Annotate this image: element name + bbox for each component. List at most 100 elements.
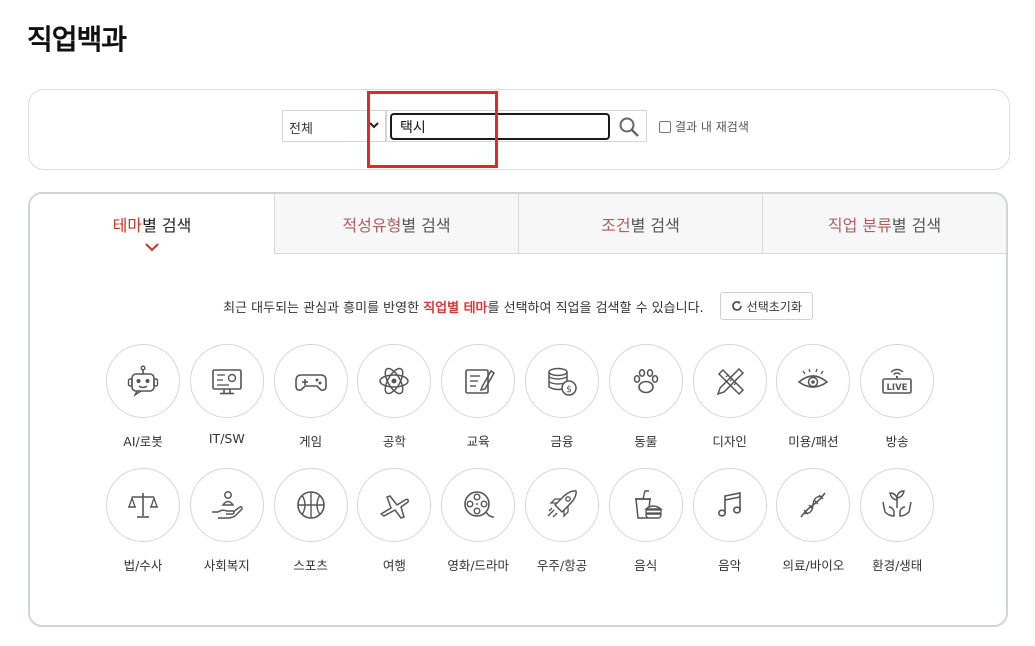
theme-item[interactable]: 환경/생태: [860, 468, 935, 574]
dna-icon: [800, 492, 827, 518]
theme-icon-circle[interactable]: [357, 344, 432, 418]
robot-icon: [127, 365, 159, 398]
theme-label: 법/수사: [123, 558, 163, 573]
search-tabs: 테마별 검색 적성유형별 검색 조건별 검색 직업 분류별 검색: [30, 194, 1006, 254]
tab-theme-label: 별 검색: [142, 216, 192, 235]
theme-label: 금융: [550, 434, 574, 449]
paw-icon: [633, 369, 659, 394]
theme-icon-circle[interactable]: [776, 344, 851, 418]
theme-label: IT/SW: [208, 431, 245, 446]
tab-theme-highlight: 테마: [112, 216, 143, 235]
theme-icon-circle[interactable]: [441, 344, 516, 418]
theme-item[interactable]: 여행: [357, 468, 432, 574]
theme-description: 최근 대두되는 관심과 흥미를 반영한 직업별 테마를 선택하여 직업을 검색할…: [30, 292, 1006, 320]
theme-icon-circle[interactable]: [106, 344, 180, 418]
theme-item[interactable]: 교육: [441, 344, 516, 450]
theme-item[interactable]: 음식: [608, 468, 683, 574]
theme-item[interactable]: 법/수사: [106, 468, 180, 574]
theme-icon-circle[interactable]: LIVE: [860, 344, 935, 418]
scales-icon: [128, 493, 158, 518]
music-note-icon: [717, 492, 741, 517]
theme-label: 스포츠: [293, 558, 328, 573]
theme-label: 디자인: [712, 434, 747, 449]
theme-item[interactable]: 우주/항공: [525, 468, 599, 574]
theme-label: 우주/항공: [536, 558, 588, 573]
theme-label: 환경/생태: [872, 558, 923, 573]
monitor-icon: [211, 369, 242, 395]
refresh-icon: [731, 301, 742, 311]
coins-icon: $: [548, 367, 577, 396]
search-scope-select[interactable]: 전체: [282, 110, 386, 142]
theme-panel: 테마별 검색 적성유형별 검색 조건별 검색 직업 분류별 검색 최근 대두되는…: [28, 192, 1008, 627]
svg-text:$: $: [566, 385, 572, 395]
theme-icon-circle[interactable]: [776, 468, 851, 542]
recheck-option[interactable]: 결과 내 재검색: [659, 118, 749, 135]
theme-icon-circle[interactable]: [860, 468, 935, 542]
theme-icon-circle[interactable]: [357, 468, 432, 542]
tab-aptitude-highlight: 적성유형: [342, 215, 402, 235]
recheck-label: 결과 내 재검색: [675, 120, 749, 134]
pencil-ruler-icon: [716, 367, 744, 396]
food-icon: [634, 490, 663, 519]
theme-item[interactable]: $ 금융: [525, 344, 599, 450]
tab-classification[interactable]: 직업 분류별 검색: [762, 194, 1006, 254]
theme-icon-circle[interactable]: [608, 344, 683, 418]
gamepad-icon: [294, 374, 327, 391]
theme-item[interactable]: 의료/바이오: [776, 468, 851, 574]
theme-label: 교육: [466, 434, 490, 449]
chevron-down-icon: [145, 243, 159, 252]
theme-item[interactable]: 미용/패션: [776, 344, 851, 450]
hand-person-icon: [211, 491, 243, 519]
search-field-wrap: [386, 110, 647, 142]
theme-icon-circle[interactable]: [692, 344, 767, 418]
theme-item[interactable]: 사회복지: [189, 468, 264, 574]
theme-label: 동물: [634, 434, 658, 449]
theme-label: 음악: [718, 558, 742, 573]
tab-aptitude[interactable]: 적성유형별 검색: [274, 194, 518, 254]
chevron-down-icon: [369, 122, 379, 129]
theme-icon-circle[interactable]: [525, 468, 599, 542]
tab-classification-highlight: 직업 분류: [827, 215, 892, 235]
theme-icon-circle[interactable]: [273, 344, 348, 418]
theme-label: 영화/드라마: [447, 558, 510, 573]
search-box: 전체 결과 내 재검색: [28, 89, 1010, 170]
theme-icon-circle[interactable]: [273, 468, 348, 542]
theme-item[interactable]: 음악: [692, 468, 767, 574]
theme-icon-circle[interactable]: [692, 468, 767, 542]
theme-item[interactable]: 스포츠: [273, 468, 348, 574]
svg-text:LIVE: LIVE: [887, 383, 908, 393]
recheck-checkbox[interactable]: [659, 120, 671, 133]
theme-label: 사회복지: [203, 558, 250, 573]
theme-label: 공학: [382, 434, 406, 449]
atom-icon: [379, 367, 410, 395]
search-input[interactable]: [390, 113, 610, 140]
theme-item[interactable]: 디자인: [692, 344, 767, 450]
live-icon: LIVE: [882, 368, 912, 394]
notebook-icon: [465, 369, 496, 394]
theme-item[interactable]: LIVE 방송: [860, 344, 935, 450]
desc-accent: 직업별 테마: [423, 300, 488, 316]
theme-icon-circle[interactable]: [189, 344, 264, 418]
tab-theme[interactable]: 테마별 검색: [30, 194, 274, 254]
theme-label: 음식: [634, 558, 658, 573]
tab-condition[interactable]: 조건별 검색: [518, 194, 762, 254]
theme-item[interactable]: 공학: [357, 344, 432, 450]
reset-selection-button[interactable]: 선택초기화: [719, 292, 813, 320]
basketball-icon: [296, 491, 325, 519]
reset-selection-label: 선택초기화: [746, 299, 802, 314]
theme-item[interactable]: AI/로봇: [106, 344, 180, 450]
theme-label: 여행: [382, 558, 406, 573]
theme-item[interactable]: 게임: [273, 344, 348, 450]
theme-icon-circle[interactable]: [441, 468, 516, 542]
theme-icon-circle[interactable]: $: [525, 344, 599, 418]
theme-icon-circle[interactable]: [608, 468, 683, 542]
theme-item[interactable]: 동물: [608, 344, 683, 450]
theme-item[interactable]: IT/SW: [189, 344, 264, 446]
theme-icon-circle[interactable]: [106, 468, 180, 542]
airplane-icon: [380, 495, 410, 519]
theme-item[interactable]: 영화/드라마: [441, 468, 516, 574]
theme-label: 의료/바이오: [782, 558, 845, 573]
theme-icon-circle[interactable]: [189, 468, 264, 542]
eye-icon: [798, 368, 829, 388]
search-icon[interactable]: [618, 116, 640, 138]
